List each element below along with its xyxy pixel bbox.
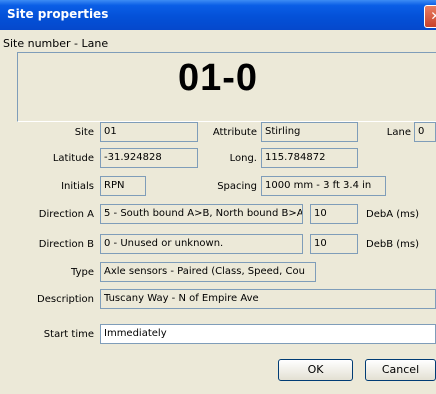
direction-a-label: Direction A bbox=[38, 209, 94, 220]
attribute-field[interactable]: Stirling bbox=[261, 122, 358, 142]
site-field[interactable]: 01 bbox=[100, 122, 198, 142]
site-label: Site bbox=[74, 127, 94, 138]
longitude-field[interactable]: 115.784872 bbox=[261, 148, 358, 168]
deb-b-field[interactable]: 10 bbox=[310, 234, 358, 254]
latitude-label: Latitude bbox=[52, 153, 94, 164]
title-bar[interactable]: Site properties ✕ bbox=[0, 0, 436, 30]
deb-b-label: DebB (ms) bbox=[366, 239, 419, 250]
lane-field[interactable]: 0 bbox=[414, 122, 436, 142]
initials-label: Initials bbox=[61, 181, 94, 192]
spacing-field[interactable]: 1000 mm - 3 ft 3.4 in bbox=[261, 176, 386, 196]
start-time-field[interactable]: Immediately bbox=[100, 324, 436, 344]
description-label: Description bbox=[37, 294, 94, 305]
ok-button[interactable]: OK bbox=[278, 359, 353, 381]
cancel-button[interactable]: Cancel bbox=[365, 359, 436, 381]
type-field[interactable]: Axle sensors - Paired (Class, Speed, Cou bbox=[100, 262, 316, 282]
latitude-field[interactable]: -31.924828 bbox=[100, 148, 198, 168]
deb-a-label: DebA (ms) bbox=[366, 209, 419, 220]
type-label: Type bbox=[71, 267, 94, 278]
close-icon[interactable]: ✕ bbox=[424, 5, 436, 28]
direction-b-field[interactable]: 0 - Unused or unknown. bbox=[100, 234, 303, 254]
site-properties-dialog: Site properties ✕ Site number - Lane 01-… bbox=[0, 0, 436, 394]
deb-a-field[interactable]: 10 bbox=[310, 204, 358, 224]
spacing-label: Spacing bbox=[217, 181, 257, 192]
direction-a-field[interactable]: 5 - South bound A>B, North bound B>A. bbox=[100, 204, 303, 224]
lane-label: Lane bbox=[386, 127, 411, 138]
start-time-label: Start time bbox=[43, 329, 94, 340]
attribute-label: Attribute bbox=[212, 127, 257, 138]
description-field[interactable]: Tuscany Way - N of Empire Ave bbox=[100, 289, 436, 309]
window-title: Site properties bbox=[7, 7, 109, 21]
site-number-display: 01-0 bbox=[177, 57, 259, 99]
direction-b-label: Direction B bbox=[38, 239, 94, 250]
site-number-lane-label: Site number - Lane bbox=[3, 37, 109, 50]
initials-field[interactable]: RPN bbox=[100, 176, 146, 196]
longitude-label: Long. bbox=[229, 153, 257, 164]
